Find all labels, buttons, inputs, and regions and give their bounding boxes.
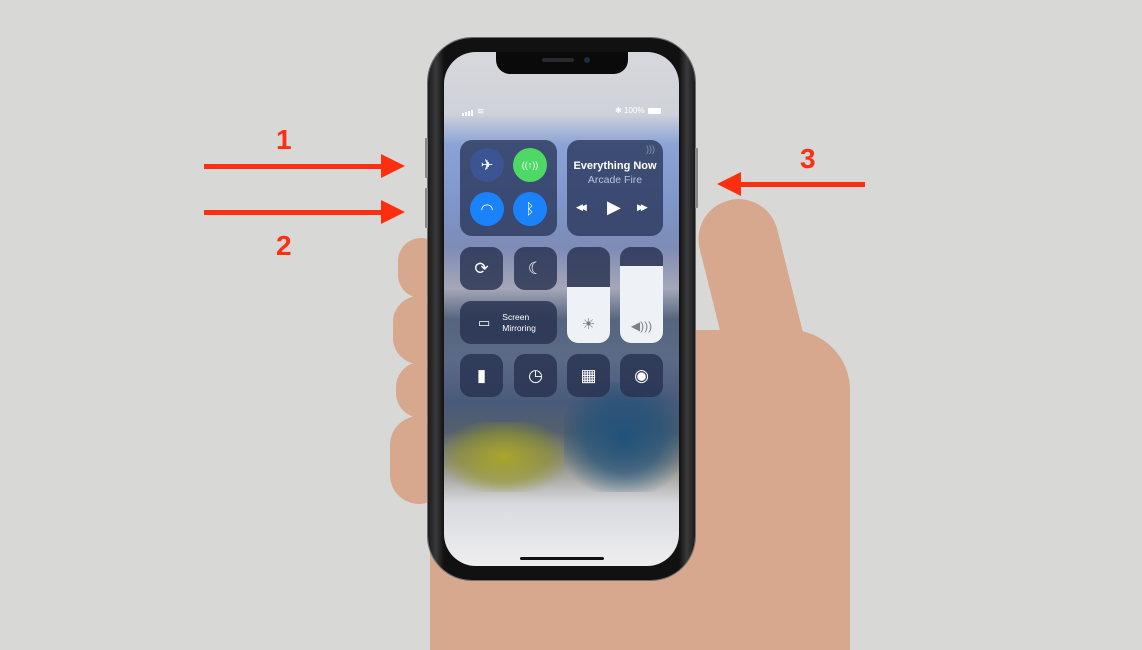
side-button-volume-down[interactable] bbox=[425, 188, 428, 228]
cellular-data-toggle[interactable]: ((↑)) bbox=[513, 148, 547, 182]
screen-mirroring-label: Mirroring bbox=[502, 322, 536, 333]
home-indicator[interactable] bbox=[520, 557, 604, 560]
label-1: 1 bbox=[276, 124, 292, 155]
timer-icon: ◷ bbox=[528, 365, 543, 385]
cellular-icon: ((↑)) bbox=[521, 160, 539, 170]
arrow-1 bbox=[204, 164, 382, 169]
front-camera bbox=[584, 57, 590, 63]
wallpaper-blur bbox=[444, 422, 564, 492]
rotation-lock-icon: ⟳ bbox=[474, 258, 489, 278]
arrow-2 bbox=[204, 210, 382, 215]
side-button-power[interactable] bbox=[695, 148, 698, 208]
airplay-icon: ▭ bbox=[478, 314, 491, 330]
label-2: 2 bbox=[276, 230, 292, 261]
song-title: Everything Now bbox=[573, 160, 657, 172]
signal-icon bbox=[462, 109, 473, 118]
battery-icon bbox=[648, 108, 661, 114]
timer-button[interactable]: ◷ bbox=[514, 354, 557, 397]
wifi-icon: ◠ bbox=[480, 201, 494, 218]
airplay-audio-icon[interactable]: ))) bbox=[646, 144, 655, 154]
arrow-1-head bbox=[381, 154, 405, 178]
battery-percent: 100% bbox=[624, 106, 645, 115]
arrow-2-head bbox=[381, 200, 405, 224]
screen: ≋ ✱ 100% ✈ ((↑)) ◠ ᛒ ))) Everything Now … bbox=[444, 52, 679, 566]
bluetooth-status-icon: ✱ bbox=[615, 106, 622, 115]
arrow-3-head bbox=[717, 172, 741, 196]
do-not-disturb-button[interactable]: ☾ bbox=[514, 247, 557, 290]
arrow-3 bbox=[740, 182, 865, 187]
label-3: 3 bbox=[800, 143, 816, 174]
airplane-icon: ✈ bbox=[480, 157, 494, 174]
sun-icon: ☀ bbox=[581, 316, 596, 333]
wifi-toggle[interactable]: ◠ bbox=[470, 192, 504, 226]
connectivity-panel: ✈ ((↑)) ◠ ᛒ bbox=[460, 140, 557, 236]
volume-slider[interactable]: ◀))) bbox=[620, 247, 663, 343]
brightness-slider[interactable]: ☀ bbox=[567, 247, 610, 343]
wifi-status-icon: ≋ bbox=[477, 106, 485, 116]
speaker-icon: ◀))) bbox=[630, 319, 653, 333]
flashlight-icon: ▮ bbox=[476, 365, 487, 385]
wallpaper-blur bbox=[564, 382, 679, 492]
side-button-volume-up[interactable] bbox=[425, 138, 428, 178]
bluetooth-icon: ᛒ bbox=[525, 200, 535, 218]
calculator-icon: ▦ bbox=[580, 365, 597, 385]
moon-icon: ☾ bbox=[527, 258, 544, 278]
screen-mirroring-label: Screen bbox=[502, 311, 530, 322]
airplane-mode-toggle[interactable]: ✈ bbox=[470, 148, 504, 182]
previous-track-button[interactable]: ◀◀ bbox=[576, 202, 587, 213]
flashlight-button[interactable]: ▮ bbox=[460, 354, 503, 397]
now-playing-panel: ))) Everything Now Arcade Fire ◀◀ ▶ ▶▶ bbox=[567, 140, 663, 236]
iphone-x: ≋ ✱ 100% ✈ ((↑)) ◠ ᛒ ))) Everything Now … bbox=[425, 38, 698, 580]
next-track-button[interactable]: ▶▶ bbox=[637, 202, 648, 213]
camera-button[interactable]: ◉ bbox=[620, 354, 663, 397]
notch bbox=[496, 52, 628, 74]
screen-mirroring-button[interactable]: ▭ Screen Mirroring bbox=[460, 301, 557, 344]
rotation-lock-button[interactable]: ⟳ bbox=[460, 247, 503, 290]
calculator-button[interactable]: ▦ bbox=[567, 354, 610, 397]
bluetooth-toggle[interactable]: ᛒ bbox=[513, 192, 547, 226]
play-button[interactable]: ▶ bbox=[607, 197, 621, 218]
artist-name: Arcade Fire bbox=[587, 174, 643, 186]
speaker bbox=[542, 58, 574, 62]
camera-icon: ◉ bbox=[634, 365, 649, 385]
